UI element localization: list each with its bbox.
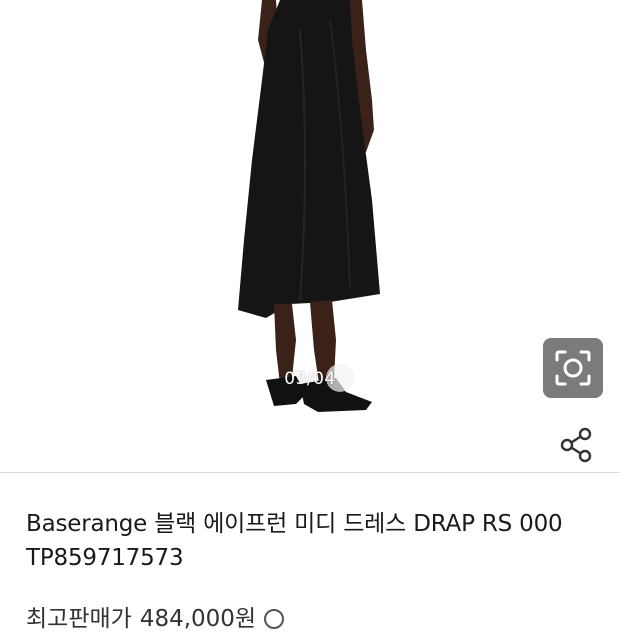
price-row: 최고판매가 484,000원	[26, 602, 285, 636]
product-code: TP859717573	[26, 545, 184, 571]
visual-search-button[interactable]	[543, 338, 603, 398]
product-image-gallery[interactable]: 03/04	[0, 0, 620, 472]
product-photo	[238, 0, 380, 412]
info-icon[interactable]	[264, 609, 285, 629]
image-page-indicator: 03/04	[284, 369, 336, 389]
price-value: 484,000원	[139, 606, 257, 632]
share-icon	[560, 427, 592, 463]
product-title: Baserange 블랙 에이프런 미디 드레스 DRAP RS 000 TP8…	[26, 507, 606, 575]
price-label: 최고판매가	[26, 606, 132, 632]
camera-lens-icon	[555, 350, 591, 386]
share-button[interactable]	[558, 426, 596, 464]
section-divider	[0, 472, 620, 473]
product-title-line1: Baserange 블랙 에이프런 미디 드레스 DRAP RS 000	[26, 511, 563, 537]
